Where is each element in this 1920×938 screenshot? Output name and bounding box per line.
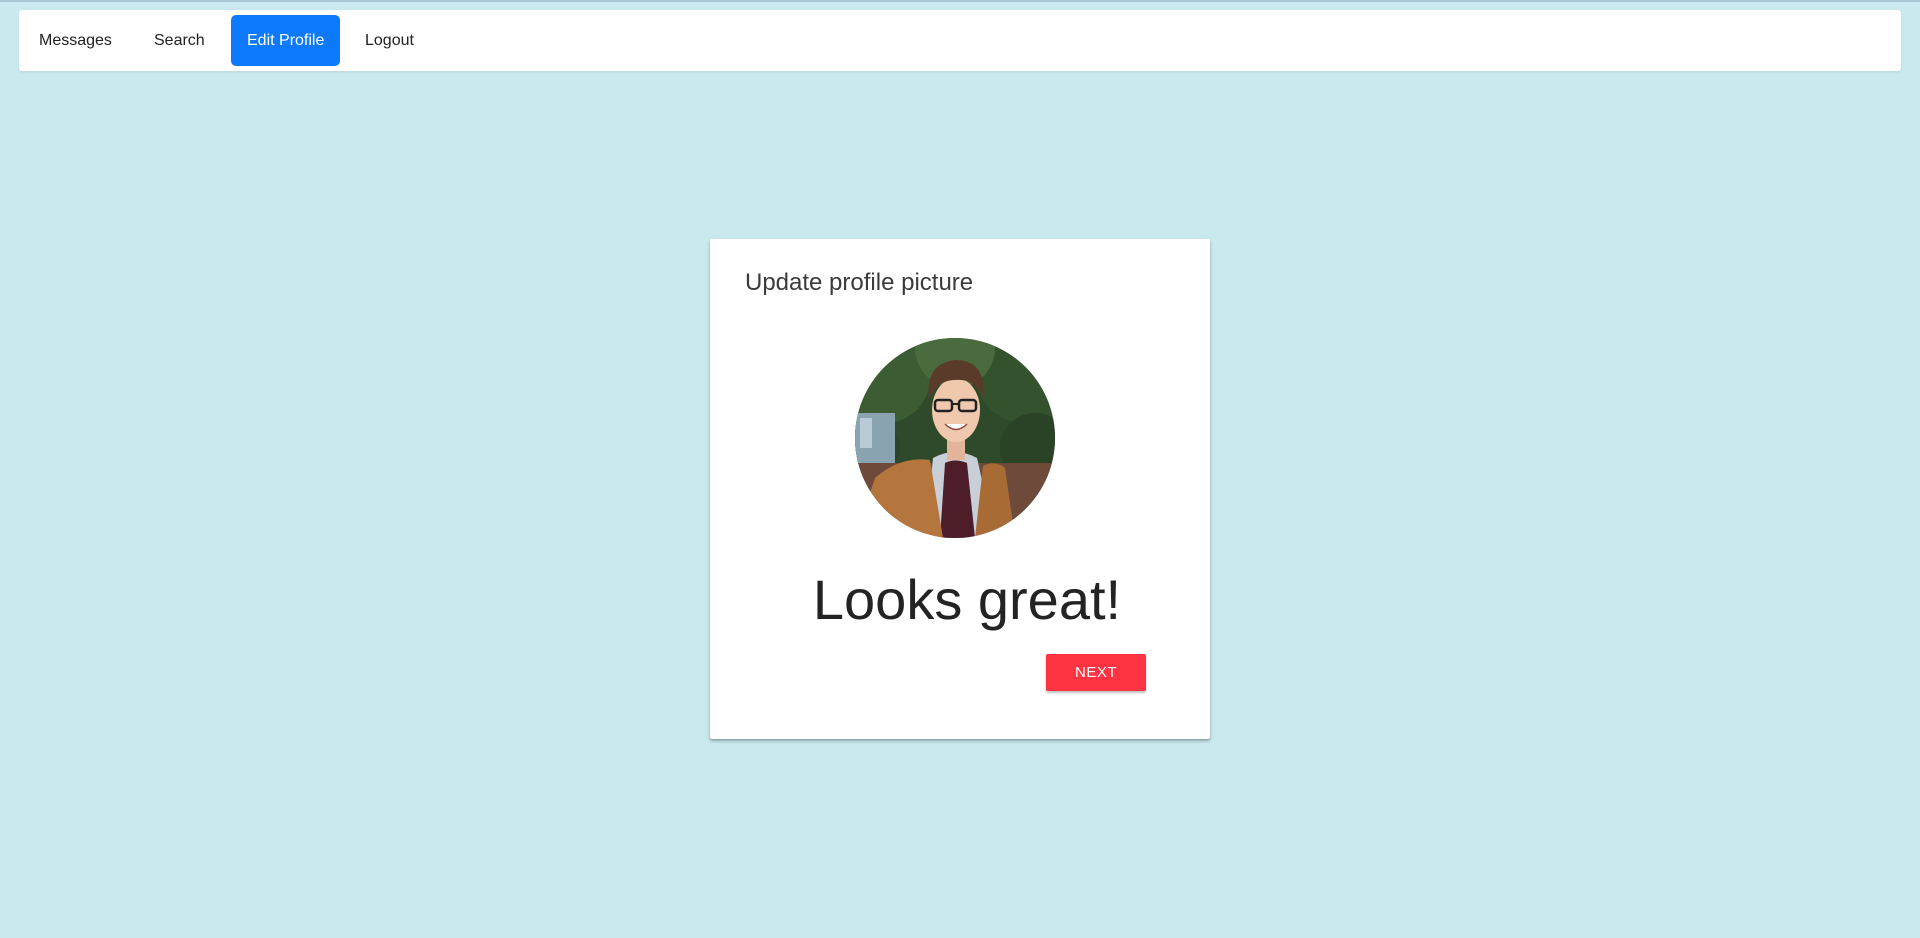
nav-search[interactable]: Search xyxy=(138,15,221,66)
nav-logout[interactable]: Logout xyxy=(349,15,430,66)
next-button[interactable]: NEXT xyxy=(1046,654,1146,691)
top-border xyxy=(0,0,1920,2)
nav-edit-profile[interactable]: Edit Profile xyxy=(231,15,341,66)
navbar: Messages Search Edit Profile Logout xyxy=(19,10,1901,71)
profile-picture xyxy=(855,338,1055,538)
nav-messages[interactable]: Messages xyxy=(23,15,128,66)
confirmation-headline: Looks great! xyxy=(812,568,1122,631)
profile-picture-card: Update profile picture Looks great! NEXT xyxy=(710,239,1210,739)
card-title: Update profile picture xyxy=(745,269,974,296)
